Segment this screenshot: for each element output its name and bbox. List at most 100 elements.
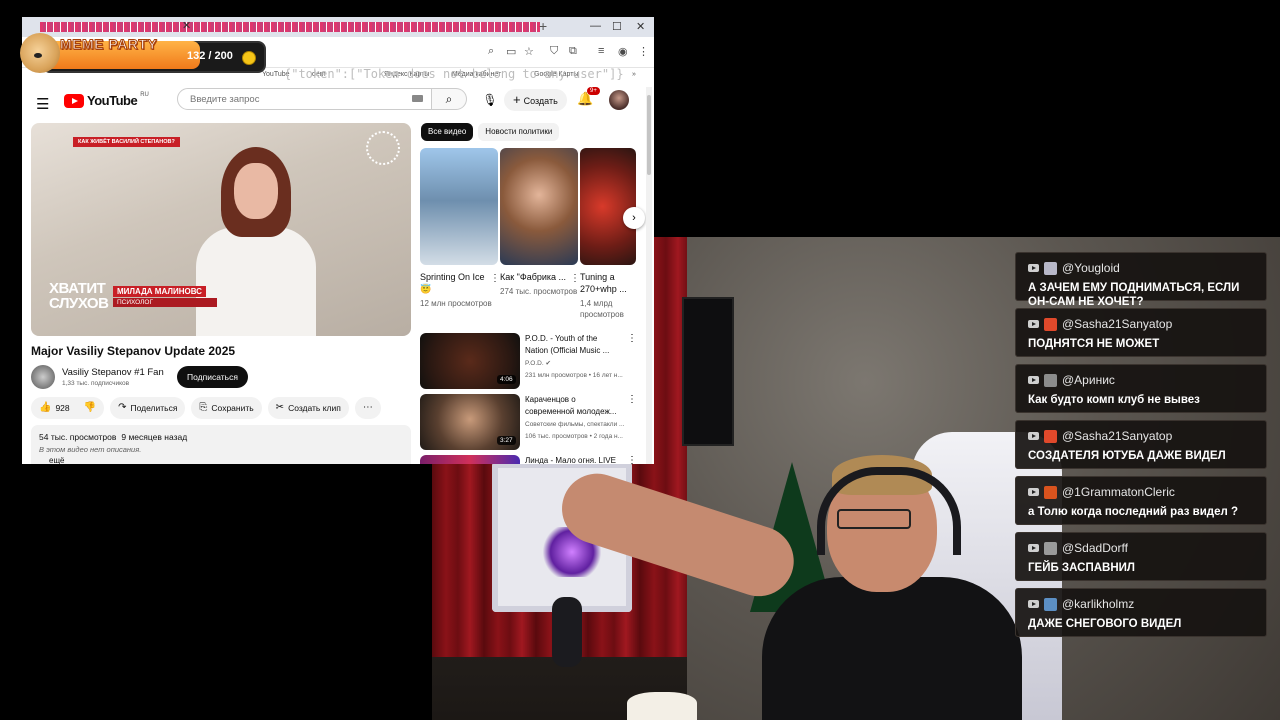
bookmark-star-icon[interactable]: ☆ (524, 45, 534, 58)
video-title: Major Vasiliy Stepanov Update 2025 (31, 344, 236, 358)
subscribe-button[interactable]: Подписаться (177, 366, 248, 388)
short-menu-icon[interactable]: ⋮ (490, 273, 500, 284)
zoom-icon[interactable]: ⌕ (488, 45, 494, 58)
avatar (1044, 541, 1057, 555)
user-avatar[interactable] (609, 90, 629, 110)
chat-username: @Sasha21Sanyatop (1062, 317, 1173, 331)
share-label: Поделиться (130, 403, 178, 413)
cast-icon[interactable]: ▭ (506, 45, 516, 58)
short-item[interactable]: Как "Фабрика ... 274 тыс. просмотров ⋮ (500, 148, 580, 297)
streamer-body (762, 577, 1022, 720)
scrollbar-thumb[interactable] (647, 95, 651, 175)
tab-strip[interactable] (40, 22, 540, 32)
chat-text: ГЕЙБ ЗАСПАВНИЛ (1028, 562, 1135, 574)
shorts-next-arrow-icon[interactable]: › (623, 207, 645, 229)
video-meta: 231 млн просмотров • 16 лет н... (525, 372, 623, 379)
region-label: RU (140, 91, 149, 98)
chat-message: @SdadDorff ГЕЙБ ЗАСПАВНИЛ (1015, 532, 1267, 581)
minimize-icon[interactable]: — (590, 20, 601, 32)
video-channel[interactable]: P.O.D. ✔ (525, 359, 635, 369)
glasses (837, 509, 911, 529)
chat-username: @SdadDorff (1062, 541, 1128, 555)
short-title[interactable]: Как "Фабрика ... (500, 271, 568, 283)
youtube-logo-icon (64, 93, 84, 108)
chat-text: а Толю когда последний раз видел ? (1028, 506, 1238, 518)
video-actions: 👍 928 👎 ↷ Поделиться ⎘ Сохранить ✂ Создать кл… (31, 397, 381, 419)
close-window-icon[interactable]: ✕ (636, 20, 645, 33)
video-meta: 106 тыс. просмотров • 2 года н... (525, 433, 623, 440)
video-title[interactable]: P.O.D. - Youth of the Nation (Official M… (525, 333, 620, 357)
share-button[interactable]: ↷ Поделиться (110, 397, 186, 419)
extensions-icon[interactable]: ⧉ (569, 45, 577, 58)
more-dots-icon: ⋯ (362, 402, 373, 413)
recommended-video[interactable]: 4:06 P.O.D. - Youth of the Nation (Offic… (420, 333, 640, 391)
like-button[interactable]: 👍 928 👎 (31, 397, 105, 419)
close-tab-icon[interactable]: ✕ (182, 19, 191, 32)
bookmarks-overflow-icon[interactable]: » (632, 71, 636, 78)
short-title[interactable]: Sprinting On Ice 😇 (420, 271, 488, 295)
short-title[interactable]: Tuning a 270+whp ... (580, 271, 648, 295)
profile-icon[interactable]: ◉ (618, 45, 628, 58)
create-button[interactable]: + Создать (504, 89, 567, 111)
thumbs-down-icon[interactable]: 👎 (84, 397, 96, 419)
token-error-text: {"token":["Token does not belong to any … (284, 67, 624, 81)
meme-party-title: MEME PARTY (59, 36, 158, 53)
maximize-icon[interactable]: ☐ (612, 20, 622, 33)
chip-all-videos[interactable]: Все видео (421, 123, 474, 141)
video-thumbnail[interactable] (420, 455, 520, 464)
chat-username: @Аринис (1062, 373, 1115, 387)
menu-dots-icon[interactable]: ⋮ (638, 45, 649, 58)
keyboard-icon[interactable] (412, 95, 423, 102)
channel-subscribers: 1,33 тыс. подписчиков (62, 380, 130, 387)
search-box[interactable] (177, 88, 432, 110)
video-channel[interactable]: Советские фильмы, спектакли ... (525, 420, 635, 430)
plus-icon: + (513, 92, 521, 107)
chip-politics-news[interactable]: Новости политики (478, 123, 560, 141)
clip-button[interactable]: ✂ Создать клип (267, 397, 349, 419)
short-thumbnail[interactable] (420, 148, 498, 265)
youtube-header: ☰ YouTube RU ⌕ 🎙 +Создать 🔔 9+ (22, 84, 654, 120)
meme-party-widget: MEME PARTY 132 / 200 (20, 33, 266, 73)
youtube-logo[interactable]: YouTube RU (64, 91, 149, 108)
search-button[interactable]: ⌕ (432, 88, 467, 110)
guest-face (234, 163, 278, 219)
voice-search-icon[interactable]: 🎙 (479, 89, 501, 111)
channel-avatar[interactable] (31, 365, 55, 389)
save-button[interactable]: ⎘ Сохранить (191, 397, 262, 419)
short-item[interactable]: Sprinting On Ice 😇 12 млн просмотров ⋮ (420, 148, 500, 309)
page-scrollbar[interactable] (646, 87, 652, 464)
short-menu-icon[interactable]: ⋮ (570, 273, 580, 284)
avatar (1044, 261, 1057, 275)
search-input[interactable] (188, 93, 402, 106)
short-thumbnail[interactable] (500, 148, 578, 265)
video-menu-icon[interactable]: ⋮ (627, 455, 637, 464)
recommended-video[interactable]: 3:27 Караченцов о современной молодеж...… (420, 394, 640, 452)
short-thumbnail[interactable] (580, 148, 636, 265)
avatar (1044, 485, 1057, 499)
video-menu-icon[interactable]: ⋮ (627, 333, 637, 344)
recommended-video[interactable]: Линда - Мало огня. LIVE ⋮ (420, 455, 640, 464)
playlist-icon[interactable]: ≡ (598, 45, 604, 57)
video-menu-icon[interactable]: ⋮ (627, 394, 637, 405)
video-title[interactable]: Линда - Мало огня. LIVE (525, 455, 620, 464)
short-item[interactable]: Tuning a 270+whp ... 1,4 млрд просмотров (580, 148, 636, 320)
youtube-icon (1028, 376, 1039, 384)
hamburger-menu-icon[interactable]: ☰ (36, 95, 49, 113)
scissors-icon: ✂ (275, 402, 285, 413)
channel-name[interactable]: Vasiliy Stepanov #1 Fan (62, 367, 164, 378)
chat-message: @Аринис Как будто комп клуб не вывез (1015, 364, 1267, 413)
avatar (1044, 597, 1057, 611)
guest-role: ПСИХОЛОГ (113, 298, 217, 307)
upload-date: 9 месяцев назад (121, 432, 188, 442)
shield-icon[interactable]: ⛉ (550, 45, 558, 58)
video-player[interactable]: КАК ЖИВЁТ ВАСИЛИЙ СТЕПАНОВ? ХВАТИТ СЛУХО… (31, 123, 411, 336)
more-actions-button[interactable]: ⋯ (354, 397, 381, 419)
youtube-icon (1028, 432, 1039, 440)
mug (627, 692, 697, 720)
new-tab-icon[interactable]: + (539, 18, 547, 34)
description-box[interactable]: 54 тыс. просмотров 9 месяцев назад В этом… (31, 425, 411, 464)
show-more-link[interactable]: ещё (49, 456, 403, 464)
short-views: 274 тыс. просмотров (500, 287, 578, 296)
video-title[interactable]: Караченцов о современной молодеж... (525, 394, 620, 418)
coin-icon (242, 51, 256, 65)
